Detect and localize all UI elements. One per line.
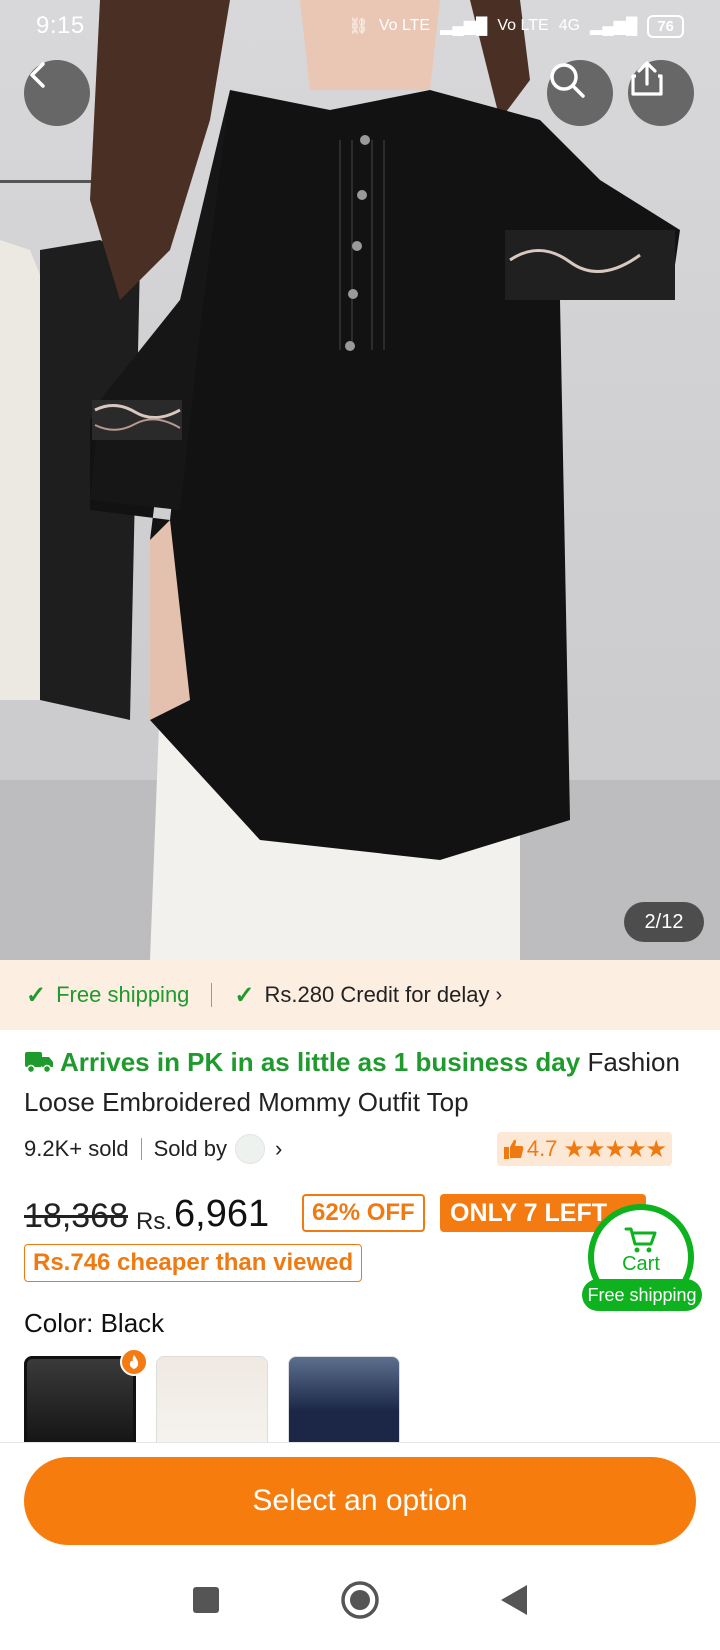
rating-value: 4.7 [526, 1136, 558, 1161]
chevron-left-icon [30, 62, 45, 88]
product-photo [0, 0, 720, 960]
product-title-block: Arrives in PK in as little as 1 business… [24, 1042, 696, 1122]
shipping-benefits-strip[interactable]: ✓ Free shipping ✓ Rs.280 Credit for dela… [0, 960, 720, 1030]
current-price: 6,961 [174, 1193, 270, 1235]
chevron-right-icon: › [495, 983, 503, 1006]
cart-label: Cart [622, 1253, 660, 1275]
original-price: 18,368 [24, 1197, 128, 1235]
price-comparison-badge: Rs.746 cheaper than viewed [24, 1244, 363, 1282]
color-swatch-white[interactable] [156, 1356, 268, 1448]
recent-apps-button[interactable] [184, 1578, 228, 1622]
system-navigation-bar [0, 1550, 720, 1650]
square-icon [193, 1587, 219, 1613]
divider [211, 983, 213, 1007]
price-row: 18,368 Rs. 6,961 [24, 1186, 269, 1236]
search-icon [550, 63, 585, 98]
delay-credit-label: Rs.280 Credit for delay [264, 982, 490, 1007]
signal-icon-2: ▂▄▆█ [590, 18, 638, 35]
home-button[interactable] [338, 1578, 382, 1622]
chevron-right-icon[interactable]: › [275, 1136, 282, 1162]
battery-indicator: 76 [647, 14, 684, 38]
checkmark-icon: ✓ [26, 981, 47, 1009]
color-swatch-list [24, 1356, 400, 1448]
divider [140, 1138, 142, 1160]
product-image-gallery[interactable]: 9:15 ⛓ Vo LTE ▂▄▆█ Vo LTE 4G ▂▄▆█ 76 2/1… [0, 0, 720, 960]
sold-count: 9.2K+ sold [24, 1136, 129, 1161]
arrival-estimate: Arrives in PK in as little as 1 business… [60, 1047, 581, 1077]
truck-icon [25, 1052, 53, 1074]
home-circle-icon [341, 1581, 379, 1619]
thumbs-up-icon [503, 1139, 524, 1159]
image-counter: 2/12 [624, 902, 704, 942]
cart-free-shipping-tag[interactable]: Free shipping [582, 1279, 702, 1311]
link-icon: ⛓ [348, 18, 369, 35]
signal-icon: ▂▄▆█ [440, 18, 488, 35]
status-bar: 9:15 ⛓ Vo LTE ▂▄▆█ Vo LTE 4G ▂▄▆█ 76 [0, 0, 720, 52]
system-back-button[interactable] [492, 1578, 536, 1622]
sales-info-row: 9.2K+ sold Sold by › 4.7 ★★★★★ [24, 1132, 696, 1166]
seller-avatar[interactable] [234, 1134, 265, 1164]
search-button[interactable] [547, 60, 613, 126]
free-shipping-label: Free shipping [56, 982, 190, 1007]
share-icon [631, 61, 663, 96]
flame-icon [120, 1348, 148, 1376]
currency-symbol: Rs. [136, 1208, 172, 1235]
network-type: 4G [558, 17, 581, 34]
select-option-button[interactable]: Select an option [24, 1457, 696, 1545]
share-button[interactable] [628, 60, 694, 126]
sold-by-label[interactable]: Sold by [154, 1136, 227, 1162]
checkmark-icon: ✓ [234, 981, 255, 1009]
rating-badge[interactable]: 4.7 ★★★★★ [496, 1132, 672, 1166]
back-button[interactable] [24, 60, 90, 126]
color-swatch-black[interactable] [24, 1356, 136, 1448]
status-icons: ⛓ Vo LTE ▂▄▆█ Vo LTE 4G ▂▄▆█ 76 [348, 14, 684, 38]
triangle-back-icon [501, 1585, 527, 1615]
color-swatch-navy[interactable] [288, 1356, 400, 1448]
flame-shape [129, 1355, 139, 1369]
volte-icon: Vo LTE [378, 17, 431, 34]
discount-badge: 62% OFF [302, 1194, 425, 1232]
color-selection-label: Color: Black [24, 1308, 165, 1338]
cart-icon [624, 1227, 657, 1253]
volte-icon-2: Vo LTE [497, 17, 549, 34]
star-rating-icons: ★★★★★ [563, 1135, 667, 1163]
bottom-action-bar: Select an option [0, 1443, 720, 1550]
status-time: 9:15 [36, 12, 85, 39]
